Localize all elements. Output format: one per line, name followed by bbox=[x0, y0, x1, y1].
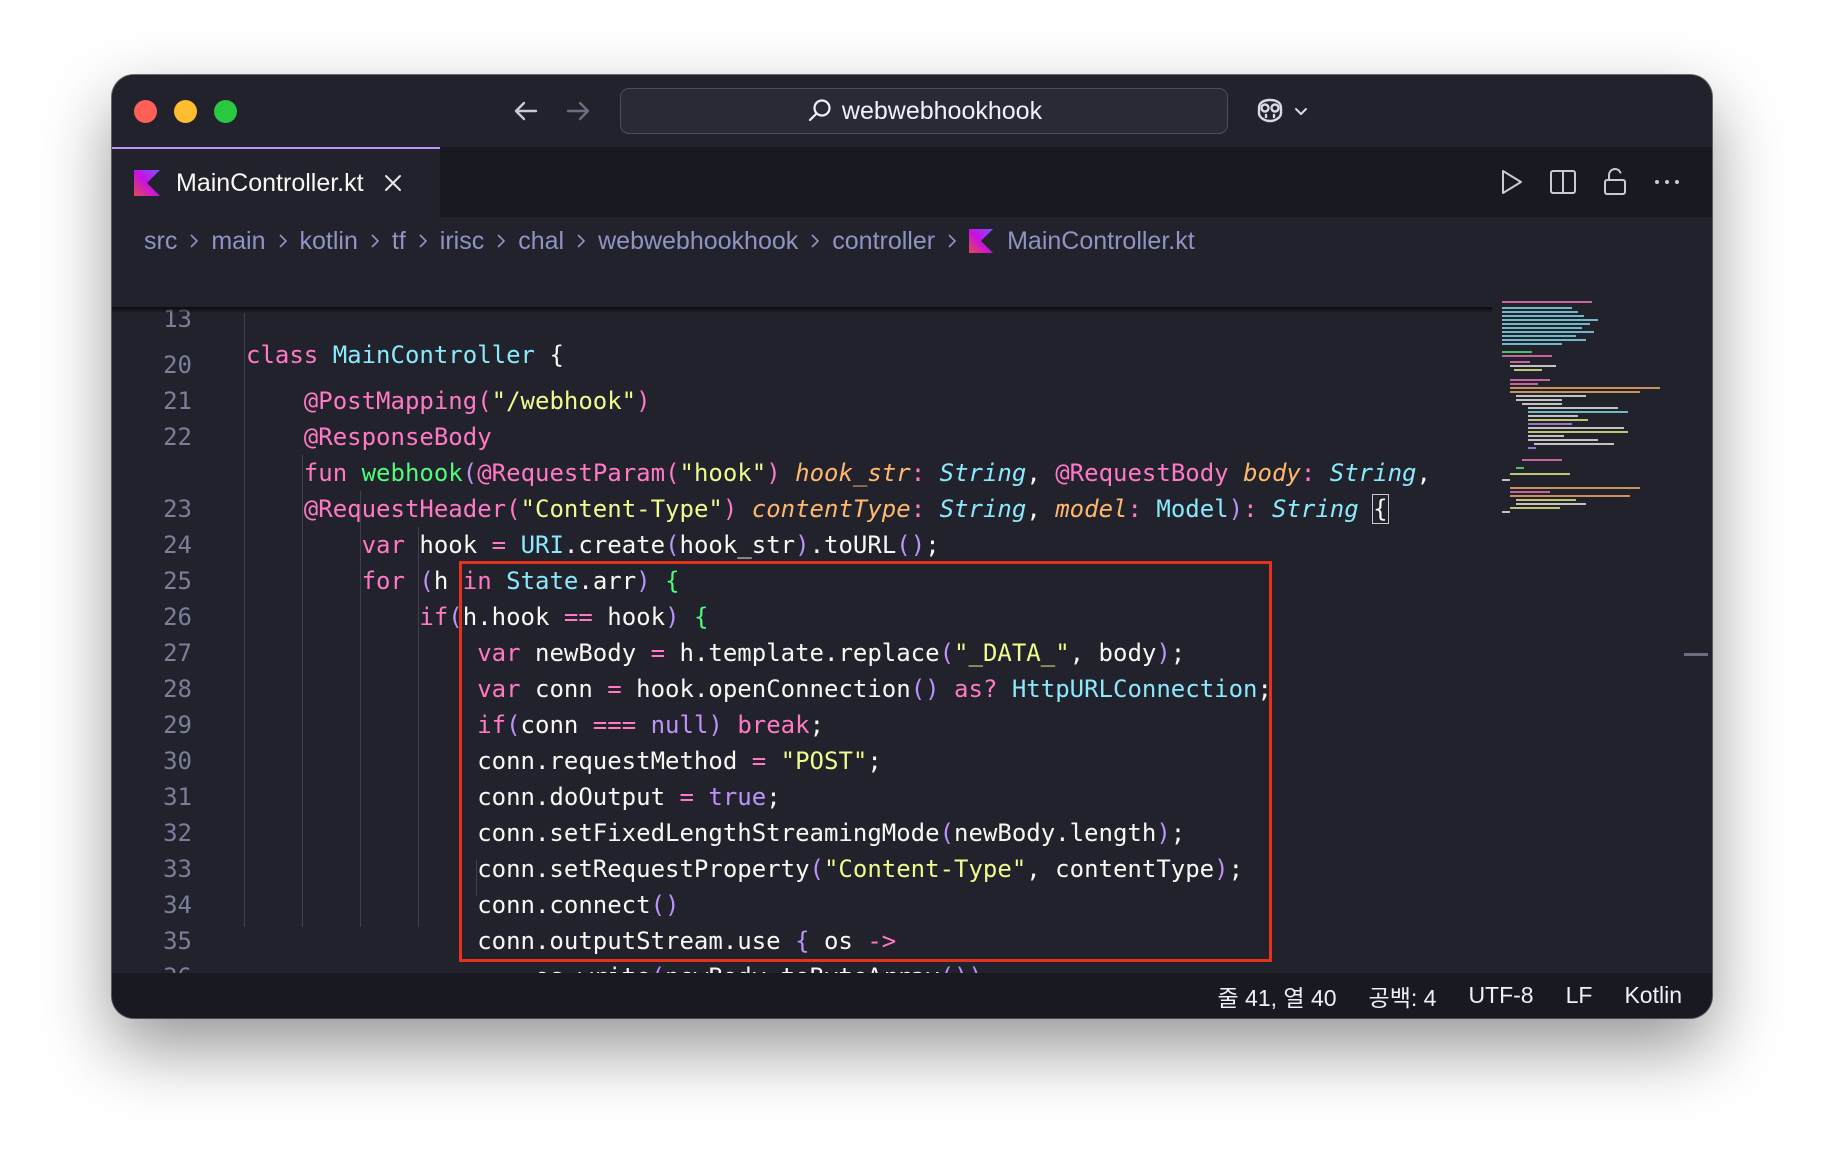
code-text: @RequestHeader("Content-Type") contentTy… bbox=[303, 494, 1389, 524]
breadcrumb-item[interactable]: controller bbox=[832, 227, 935, 256]
breadcrumb-item[interactable]: kotlin bbox=[300, 227, 358, 256]
code-text: if(h.hook == hook) { bbox=[419, 603, 709, 631]
code-line[interactable]: 20 @PostMapping("/webhook") bbox=[112, 311, 651, 415]
more-actions-icon[interactable] bbox=[1648, 163, 1686, 201]
code-text: conn.doOutput = true; bbox=[246, 783, 781, 811]
code-text: for (h in State.arr) { bbox=[361, 567, 680, 595]
search-text: webwebhookhook bbox=[841, 96, 1043, 125]
code-text: fun webhook(@RequestParam("hook") hook_s… bbox=[303, 459, 1431, 487]
code-line[interactable]: 28 if(conn === null) break; bbox=[112, 635, 824, 739]
tab-main-controller[interactable]: MainController.kt bbox=[112, 147, 440, 217]
sticky-scroll-shadow bbox=[112, 307, 1492, 313]
code-text: class MainController { bbox=[246, 341, 564, 369]
breadcrumb-item[interactable]: MainController.kt bbox=[1007, 227, 1195, 256]
code-text: conn.outputStream.use { os -> bbox=[246, 927, 897, 955]
code-text: @ResponseBody bbox=[303, 423, 492, 451]
language-mode[interactable]: Kotlin bbox=[1624, 982, 1682, 1009]
code-line[interactable]: 37 bbox=[112, 959, 199, 969]
close-window-button[interactable] bbox=[134, 100, 157, 123]
code-text: if(conn === null) break; bbox=[477, 711, 825, 739]
indent-guide bbox=[244, 313, 245, 927]
line-ending[interactable]: LF bbox=[1566, 982, 1593, 1009]
tab-title: MainController.kt bbox=[176, 168, 364, 197]
split-editor-icon[interactable] bbox=[1544, 163, 1582, 201]
chevron-down-icon bbox=[1295, 108, 1307, 115]
chevron-right-icon bbox=[808, 234, 822, 248]
overview-ruler-marker[interactable] bbox=[1684, 653, 1708, 656]
chevron-right-icon bbox=[494, 234, 508, 248]
code-line[interactable]: 34 conn.outputStream.use { os -> bbox=[112, 851, 896, 955]
command-center-search[interactable]: webwebhookhook bbox=[620, 88, 1228, 134]
zoom-window-button[interactable] bbox=[214, 100, 237, 123]
minimap[interactable] bbox=[1500, 299, 1660, 549]
breadcrumb-item[interactable]: chal bbox=[518, 227, 564, 256]
breadcrumb-item[interactable]: webwebhookhook bbox=[598, 227, 798, 256]
chevron-right-icon bbox=[416, 234, 430, 248]
breadcrumb: src main kotlin tf irisc chal webwebhook… bbox=[144, 217, 1195, 265]
code-text: conn.setFixedLengthStreamingMode(newBody… bbox=[246, 819, 1186, 847]
forward-arrow-icon[interactable] bbox=[560, 93, 596, 129]
back-arrow-icon[interactable] bbox=[508, 93, 544, 129]
code-line[interactable]: @RequestHeader("Content-Type") contentTy… bbox=[112, 419, 1389, 524]
sticky-scroll-line[interactable]: 13 class MainController { bbox=[112, 265, 564, 369]
code-line[interactable]: 22 fun webhook(@RequestParam("hook") hoo… bbox=[112, 383, 1431, 487]
code-line[interactable]: 32 conn.setRequestProperty("Content-Type… bbox=[112, 779, 1243, 883]
chevron-right-icon bbox=[574, 234, 588, 248]
status-bar: 줄 41, 열 40 공백: 4 UTF-8 LF Kotlin bbox=[112, 973, 1712, 1018]
code-line[interactable]: 27 var conn = hook.openConnection() as? … bbox=[112, 599, 1272, 703]
code-line[interactable]: 24 for (h in State.arr) { bbox=[112, 491, 679, 595]
code-editor[interactable]: 13 class MainController { 20 @PostMappin… bbox=[112, 265, 1712, 1018]
breadcrumb-item[interactable]: src bbox=[144, 227, 177, 256]
code-line[interactable]: 31 conn.setFixedLengthStreamingMode(newB… bbox=[112, 743, 1185, 847]
code-line[interactable]: 36 } bbox=[112, 923, 492, 1018]
code-line[interactable]: 25 if(h.hook == hook) { bbox=[112, 527, 708, 631]
chevron-right-icon bbox=[276, 234, 290, 248]
copilot-icon bbox=[1257, 98, 1283, 123]
code-text: @PostMapping("/webhook") bbox=[303, 387, 651, 415]
chevron-right-icon bbox=[368, 234, 382, 248]
chevron-right-icon bbox=[187, 234, 201, 248]
code-text: var conn = hook.openConnection() as? Htt… bbox=[477, 675, 1272, 703]
code-line[interactable]: 23 var hook = URI.create(hook_str).toURL… bbox=[112, 455, 940, 559]
editor-window: webwebhookhook MainController.kt src mai… bbox=[112, 75, 1712, 1018]
run-icon[interactable] bbox=[1492, 163, 1530, 201]
code-text: var hook = URI.create(hook_str).toURL(); bbox=[361, 531, 940, 559]
code-line[interactable]: 35 os.write(newBody.toByteArray()) bbox=[112, 887, 983, 991]
code-text: conn.setRequestProperty("Content-Type", … bbox=[246, 855, 1244, 883]
code-line[interactable]: 30 conn.doOutput = true; bbox=[112, 707, 781, 811]
search-icon bbox=[808, 99, 831, 122]
code-text: conn.requestMethod = "POST"; bbox=[246, 747, 882, 775]
code-text: var newBody = h.template.replace("_DATA_… bbox=[477, 639, 1186, 667]
code-text: conn.connect() bbox=[246, 891, 680, 919]
copilot-menu-button[interactable] bbox=[1252, 91, 1322, 131]
breadcrumb-item[interactable]: main bbox=[211, 227, 265, 256]
tab-bar: MainController.kt bbox=[112, 147, 1712, 217]
cursor-position[interactable]: 줄 41, 열 40 bbox=[1217, 979, 1336, 1013]
code-line[interactable]: 29 conn.requestMethod = "POST"; bbox=[112, 671, 882, 775]
file-encoding[interactable]: UTF-8 bbox=[1468, 982, 1533, 1009]
kotlin-file-icon bbox=[969, 229, 994, 253]
code-line[interactable]: 33 conn.connect() bbox=[112, 815, 679, 919]
editor-actions bbox=[1492, 163, 1686, 201]
chevron-right-icon bbox=[945, 234, 959, 248]
code-line[interactable]: 26 var newBody = h.template.replace("_DA… bbox=[112, 563, 1185, 667]
kotlin-file-icon bbox=[134, 170, 160, 196]
title-bar: webwebhookhook bbox=[112, 75, 1712, 147]
minimize-window-button[interactable] bbox=[174, 100, 197, 123]
indentation-setting[interactable]: 공백: 4 bbox=[1369, 979, 1437, 1013]
unlock-icon[interactable] bbox=[1596, 163, 1634, 201]
breadcrumb-item[interactable]: tf bbox=[392, 227, 406, 256]
close-icon[interactable] bbox=[382, 172, 404, 194]
breadcrumb-item[interactable]: irisc bbox=[440, 227, 484, 256]
code-line[interactable]: 21 @ResponseBody bbox=[112, 347, 492, 451]
